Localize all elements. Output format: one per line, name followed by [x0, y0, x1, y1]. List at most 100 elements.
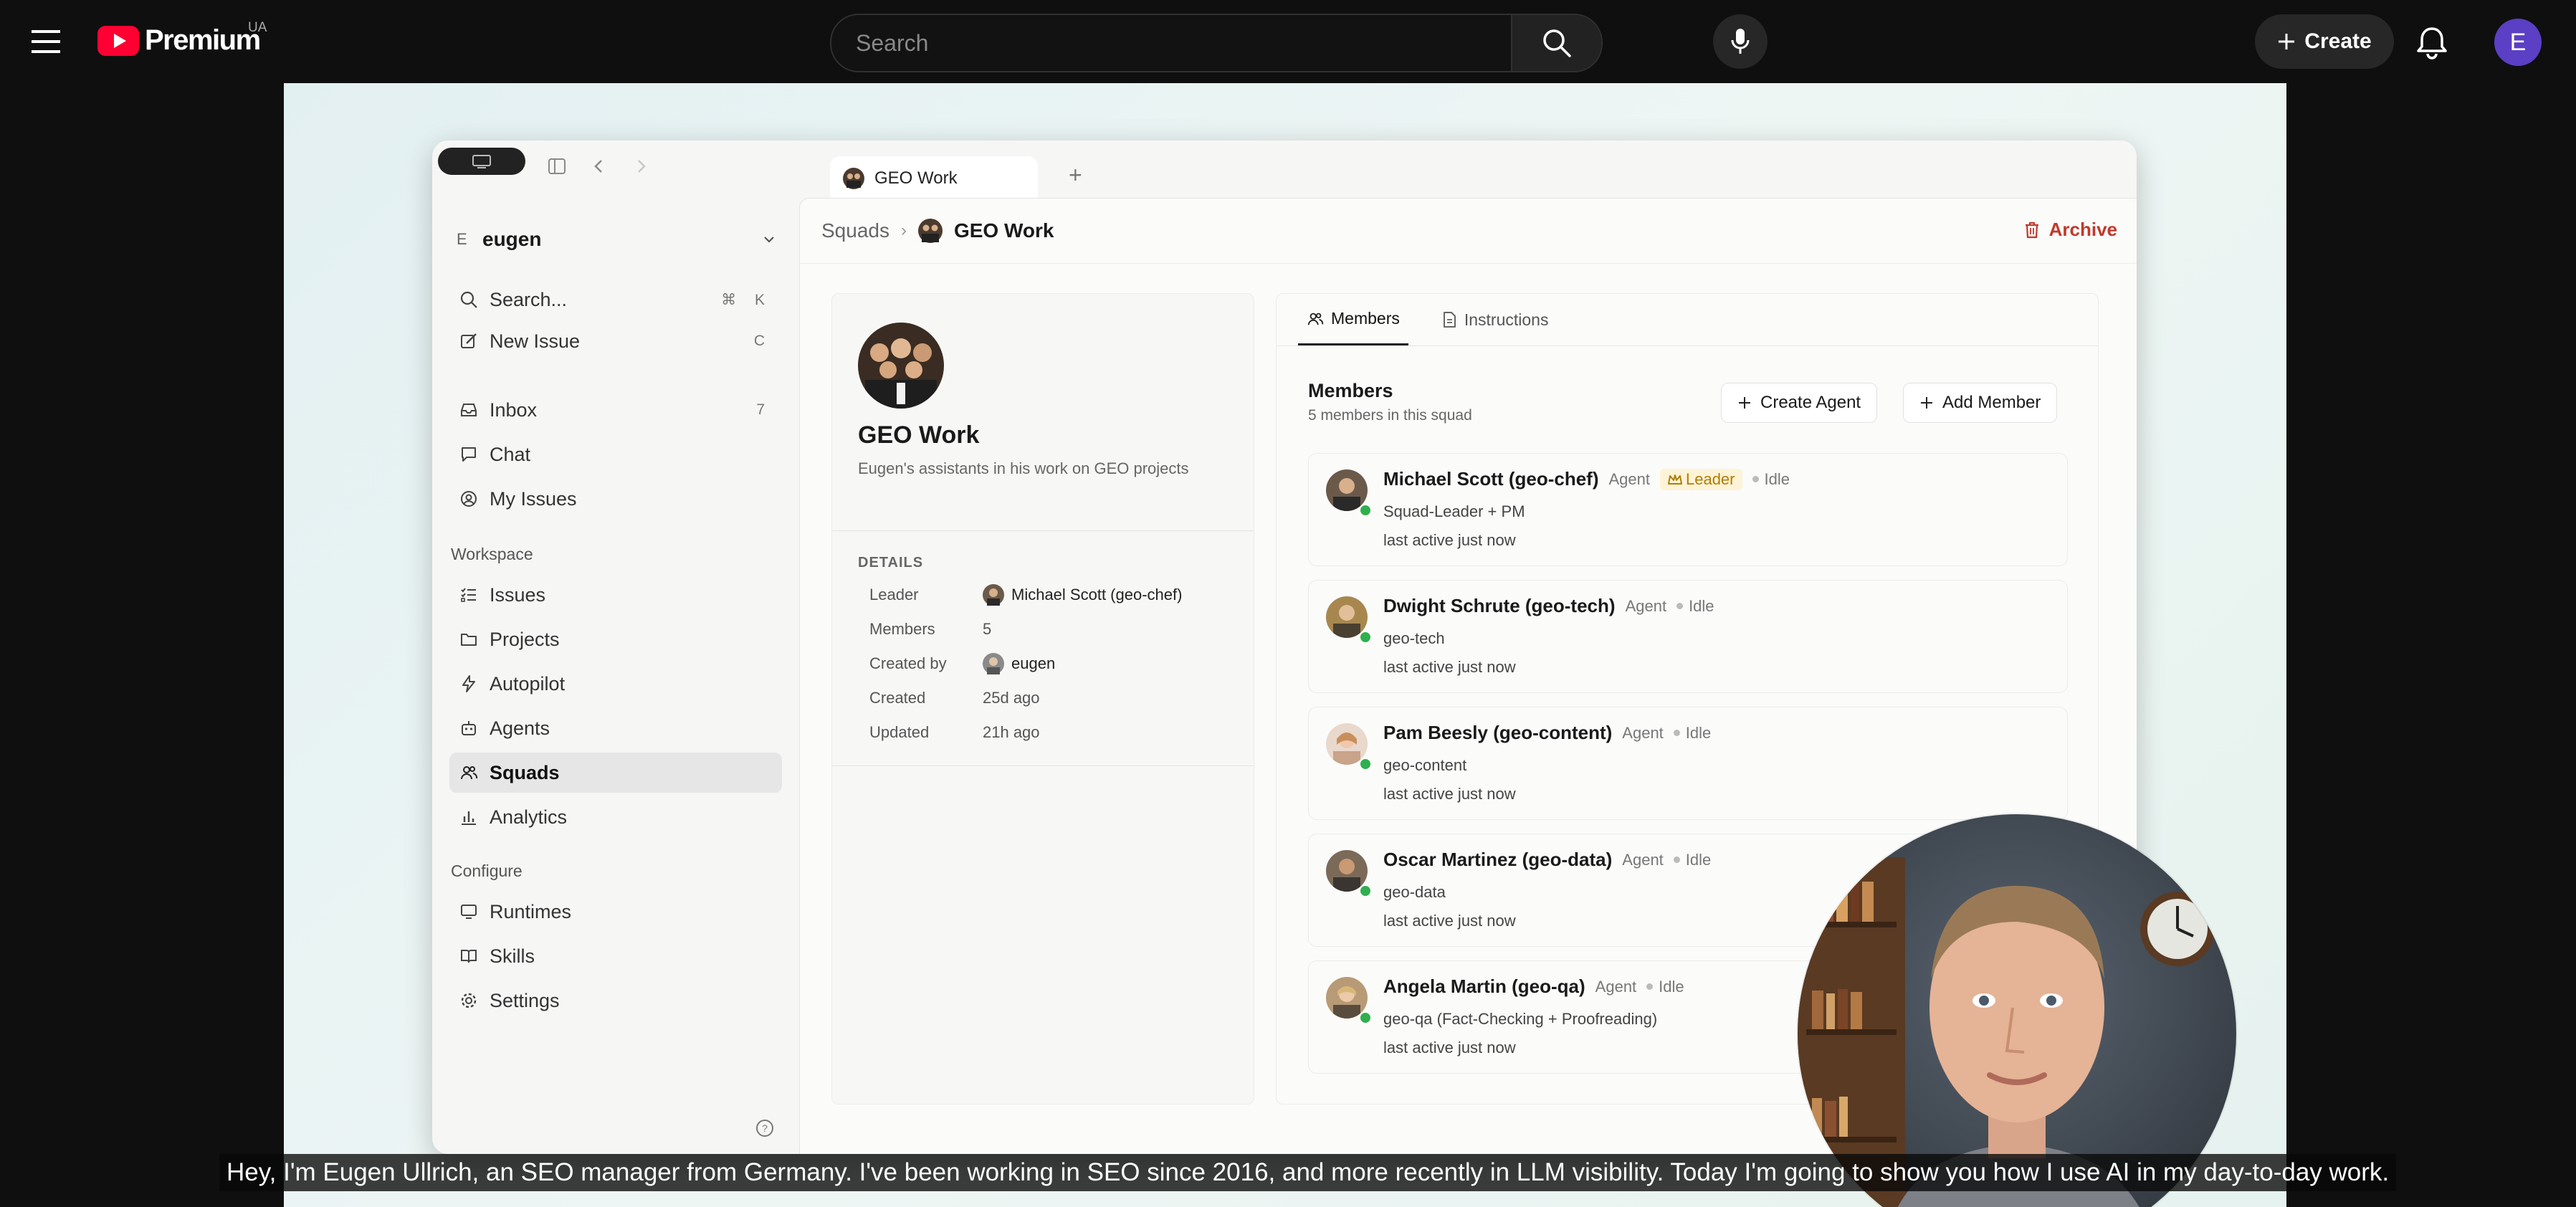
squad-avatar-icon — [917, 219, 943, 243]
plus-icon — [1739, 397, 1750, 409]
breadcrumb-current: GEO Work — [953, 219, 1054, 242]
detail-value: 25d ago — [983, 689, 1040, 707]
panel-tabs: Members Instructions — [1298, 294, 1557, 345]
member-card[interactable]: Dwight Schrute (geo-tech) Agent Idle geo… — [1308, 580, 2068, 693]
create-agent-label: Create Agent — [1760, 393, 1861, 412]
settings-label: Settings — [490, 989, 560, 1011]
member-header: Dwight Schrute (geo-tech) Agent Idle — [1383, 595, 1714, 617]
leader-link[interactable]: Michael Scott (geo-chef) — [983, 584, 1182, 606]
sidebar-item-settings[interactable]: Settings — [449, 981, 782, 1021]
inbox-count: 7 — [756, 401, 765, 418]
member-card[interactable]: Pam Beesly (geo-content) Agent Idle geo-… — [1308, 707, 2068, 820]
online-status-dot — [1359, 631, 1372, 644]
divider — [832, 530, 1254, 531]
window-controls[interactable] — [438, 148, 525, 175]
sidebar: E eugen Search... ⌘ K New Issue C Inbox … — [432, 198, 799, 1154]
sidebar-item-analytics[interactable]: Analytics — [449, 797, 782, 837]
member-last-active: last active just now — [1383, 785, 1516, 803]
configure-section-label: Configure — [451, 862, 523, 880]
workspace-badge: E — [457, 230, 467, 248]
sidebar-item-autopilot[interactable]: Autopilot — [449, 664, 782, 704]
trash-icon — [2025, 221, 2038, 238]
workspace-switcher[interactable]: E eugen — [457, 221, 778, 258]
member-name: Angela Martin (geo-qa) — [1383, 975, 1585, 997]
users-icon — [458, 762, 480, 783]
squad-avatar — [858, 323, 944, 409]
sidebar-item-my-issues[interactable]: My Issues — [449, 479, 782, 519]
detail-key: Created by — [869, 654, 947, 672]
edit-icon — [458, 330, 480, 352]
gear-icon — [458, 990, 480, 1011]
detail-row-leader: Leader Michael Scott (geo-chef) — [869, 583, 1182, 606]
create-agent-button[interactable]: Create Agent — [1721, 383, 1878, 423]
detail-key: Leader — [869, 586, 919, 604]
search-icon — [1543, 29, 1571, 57]
search-button[interactable] — [1511, 15, 1601, 71]
sidebar-item-projects[interactable]: Projects — [449, 619, 782, 659]
bar-chart-icon — [458, 806, 480, 828]
user-avatar[interactable]: E — [2494, 19, 2542, 66]
help-icon[interactable]: ? — [755, 1118, 775, 1138]
inbox-label: Inbox — [490, 399, 538, 421]
sidebar-item-inbox[interactable]: Inbox 7 — [449, 390, 782, 430]
tab-members[interactable]: Members — [1298, 294, 1408, 345]
back-arrow-icon[interactable] — [590, 156, 609, 176]
member-type: Agent — [1608, 469, 1650, 488]
chat-icon — [458, 444, 480, 465]
sidebar-toggle-icon[interactable] — [547, 156, 567, 176]
video-caption: Hey, I'm Eugen Ullrich, an SEO manager f… — [219, 1154, 2397, 1191]
search-input[interactable] — [831, 15, 1511, 71]
sidebar-item-chat[interactable]: Chat — [449, 434, 782, 474]
sidebar-item-agents[interactable]: Agents — [449, 708, 782, 748]
microphone-icon — [1731, 29, 1750, 54]
autopilot-label: Autopilot — [490, 672, 566, 695]
breadcrumb-squads[interactable]: Squads — [821, 219, 889, 242]
youtube-play-icon — [97, 25, 139, 56]
online-status-dot — [1359, 504, 1372, 517]
sidebar-new-issue[interactable]: New Issue C — [449, 321, 782, 361]
sidebar-item-squads[interactable]: Squads — [449, 753, 782, 793]
video-player[interactable]: GEO Work + E eugen Search... ⌘ K New Iss… — [284, 83, 2286, 1207]
robot-icon — [458, 717, 480, 739]
member-status: Idle — [1752, 470, 1790, 489]
new-tab-button[interactable]: + — [1069, 162, 1082, 189]
archive-button[interactable]: Archive — [2023, 219, 2117, 241]
notifications-bell-icon[interactable] — [2413, 23, 2451, 62]
chat-label: Chat — [490, 443, 531, 465]
tab-instructions[interactable]: Instructions — [1433, 294, 1557, 345]
leader-badge: Leader — [1659, 468, 1742, 490]
member-type: Agent — [1595, 977, 1637, 996]
tab-geo-work[interactable]: GEO Work — [830, 156, 1038, 201]
members-count: 5 members in this squad — [1308, 407, 1472, 424]
new-issue-shortcut: C — [753, 333, 765, 349]
member-status: Idle — [1674, 851, 1711, 869]
sidebar-item-skills[interactable]: Skills — [449, 936, 782, 976]
member-status: Idle — [1674, 724, 1711, 743]
forward-arrow-icon[interactable] — [631, 156, 650, 176]
search-icon — [458, 289, 480, 310]
users-icon — [1307, 313, 1324, 325]
issues-label: Issues — [490, 583, 546, 606]
sidebar-item-runtimes[interactable]: Runtimes — [449, 892, 782, 932]
add-member-button[interactable]: Add Member — [1903, 383, 2058, 423]
detail-key: Members — [869, 620, 935, 638]
squads-label: Squads — [490, 761, 560, 783]
create-button[interactable]: Create — [2255, 14, 2394, 69]
youtube-logo[interactable]: Premium — [97, 24, 261, 57]
sidebar-search[interactable]: Search... ⌘ K — [449, 280, 782, 320]
detail-key: Created — [869, 689, 926, 707]
chevron-right-icon: › — [900, 221, 907, 240]
member-card[interactable]: Michael Scott (geo-chef) Agent Leader Id… — [1308, 453, 2068, 566]
person-avatar-icon — [983, 584, 1004, 606]
member-header: Oscar Martinez (geo-data) Agent Idle — [1383, 849, 1711, 871]
sidebar-item-issues[interactable]: Issues — [449, 575, 782, 615]
voice-search-button[interactable] — [1713, 14, 1768, 69]
member-role: Squad-Leader + PM — [1383, 502, 1525, 520]
hamburger-menu-icon[interactable] — [29, 26, 65, 57]
detail-value: 21h ago — [983, 723, 1040, 741]
member-role: geo-content — [1383, 756, 1467, 774]
list-check-icon — [458, 584, 480, 606]
online-status-dot — [1359, 884, 1372, 897]
squad-description: Eugen's assistants in his work on GEO pr… — [858, 459, 1189, 477]
crown-icon — [1667, 474, 1682, 485]
